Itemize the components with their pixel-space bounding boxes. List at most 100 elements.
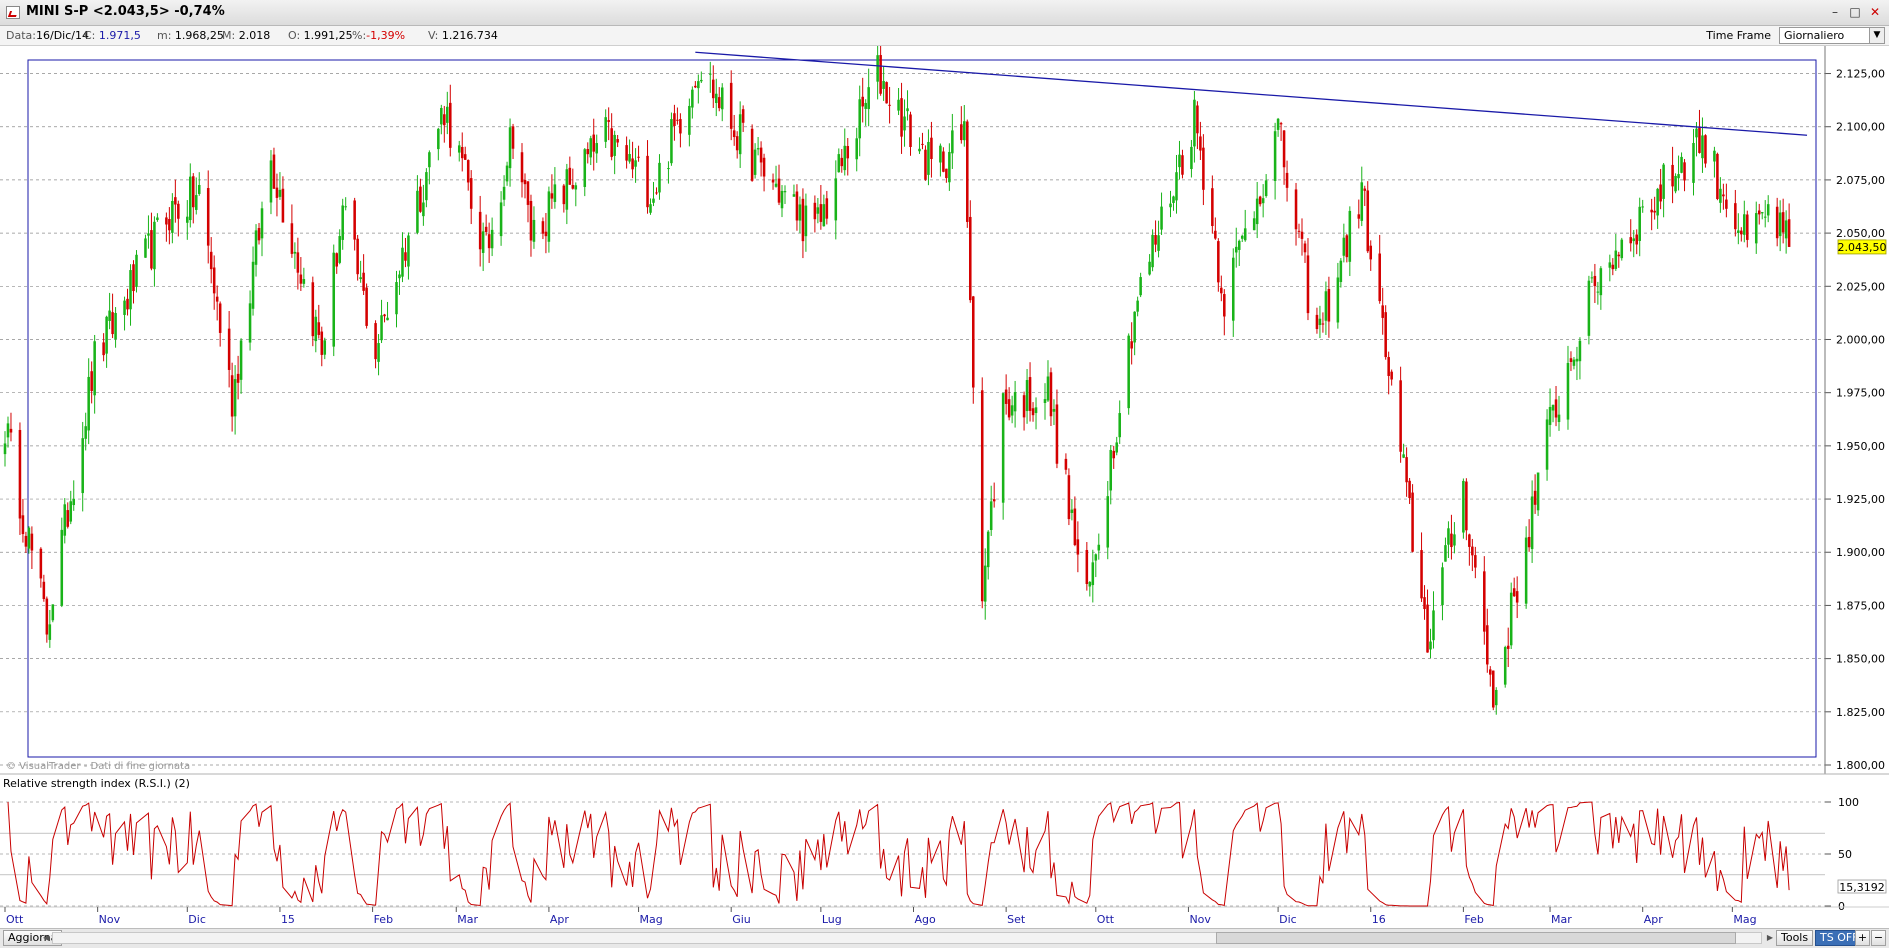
candle-body [1662, 164, 1665, 199]
chevron-down-icon: ▼ [1869, 28, 1884, 43]
candle-body [338, 236, 341, 263]
candle-body [1106, 496, 1110, 548]
candle-body [625, 145, 628, 161]
close-value: 1.971,5 [98, 29, 141, 42]
price-tick-label: 1.825,00 [1836, 706, 1885, 719]
zoom-in-button[interactable]: + [1855, 930, 1870, 946]
zoom-out-button[interactable]: − [1871, 930, 1886, 946]
candle-body [897, 99, 900, 111]
candle-body [1384, 312, 1387, 358]
candle-body [1115, 442, 1118, 453]
candle-body [986, 531, 990, 568]
candle-body [583, 149, 587, 187]
candle-body [87, 376, 90, 431]
price-tick-label: 2.100,00 [1836, 121, 1885, 134]
candle-body [1656, 188, 1659, 216]
tools-button[interactable]: Tools [1776, 930, 1814, 946]
candle-body [819, 204, 823, 222]
candle-body [1763, 216, 1767, 218]
minimize-icon[interactable]: – [1827, 4, 1843, 20]
candle-body [132, 264, 135, 292]
price-tick-label: 1.800,00 [1836, 759, 1885, 772]
candle-body [123, 300, 126, 315]
candle-body [1282, 130, 1286, 168]
maximize-icon[interactable]: □ [1847, 4, 1863, 20]
timeframe-label: Time Frame [1706, 29, 1771, 42]
candle-body [1572, 359, 1576, 366]
price-tick-label: 1.875,00 [1836, 599, 1885, 612]
candle-body [1698, 127, 1701, 153]
candle-body [1214, 230, 1217, 239]
candle-body [1471, 546, 1474, 556]
candle-body [840, 157, 844, 167]
candle-body [1255, 198, 1259, 225]
last-price-marker: 2.043,50 [1838, 239, 1886, 255]
candle-body [1217, 241, 1220, 283]
price-tick-label: 2.125,00 [1836, 68, 1885, 81]
candle-body [1527, 536, 1531, 548]
candle-body [1704, 135, 1707, 164]
candle-body [63, 504, 67, 536]
candle-body [66, 510, 70, 527]
candle-body [888, 104, 891, 106]
candle-body [1587, 280, 1591, 336]
candle-body [69, 501, 73, 522]
scrollbar-thumb[interactable] [1216, 932, 1736, 944]
candle-body [971, 296, 975, 388]
candle-body [1303, 243, 1307, 253]
candle-body [885, 82, 888, 104]
candle-body [39, 548, 43, 579]
candle-body [212, 267, 216, 294]
month-label: Lug [822, 913, 842, 926]
price-tick-label: 2.025,00 [1836, 280, 1885, 293]
candle-body [541, 221, 545, 234]
candle-body [147, 233, 150, 236]
candle-body [930, 137, 933, 160]
candle-body [260, 208, 264, 239]
candle-body [1028, 377, 1032, 411]
candle-body [1680, 156, 1683, 173]
scroll-left-icon[interactable]: ◀ [40, 932, 52, 944]
price-tick-label: 2.050,00 [1836, 227, 1885, 240]
month-label: Apr [1644, 913, 1664, 926]
selection-rectangle[interactable] [27, 59, 1817, 758]
month-label: Ott [1097, 913, 1115, 926]
chart-canvas[interactable]: 1.800,00 1.825,00 1.850,00 1.875,00 1.900,00… [0, 46, 1889, 928]
close-icon[interactable]: ✕ [1867, 4, 1883, 20]
timeframe-select[interactable]: Giornaliero ▼ [1779, 27, 1885, 44]
trendline[interactable] [695, 51, 1808, 136]
candle-body [9, 428, 13, 433]
candle-body [466, 160, 470, 183]
candle-body [1683, 162, 1686, 181]
candle-body [1596, 291, 1600, 293]
candle-body [969, 216, 972, 301]
candle-body [876, 55, 879, 82]
close-label: C: [84, 29, 96, 42]
candle-body [499, 202, 503, 237]
rsi-last-value-marker: 15,3192 [1837, 879, 1887, 894]
candle-body [700, 79, 703, 82]
candle-body [652, 198, 655, 203]
candle-body [177, 203, 180, 219]
candle-body [1557, 414, 1561, 423]
month-label: Apr [550, 913, 570, 926]
candle-body [386, 317, 389, 321]
candle-body [801, 198, 805, 242]
candle-body [1285, 172, 1289, 188]
candle-body [1243, 228, 1247, 241]
candle-body [323, 340, 327, 355]
candle-body [102, 342, 105, 356]
month-label: Mag [640, 913, 663, 926]
candle-body [165, 217, 168, 225]
candle-body [1160, 206, 1163, 230]
candle-body [855, 138, 858, 160]
candle-body [24, 535, 28, 547]
candle-body [1599, 268, 1603, 296]
candle-body [1701, 135, 1704, 159]
candle-body [463, 154, 467, 160]
candle-body [759, 147, 763, 163]
candle-body [206, 188, 210, 246]
scroll-right-icon[interactable]: ▶ [1764, 932, 1776, 944]
candle-body [484, 226, 488, 232]
candle-body [194, 195, 198, 210]
